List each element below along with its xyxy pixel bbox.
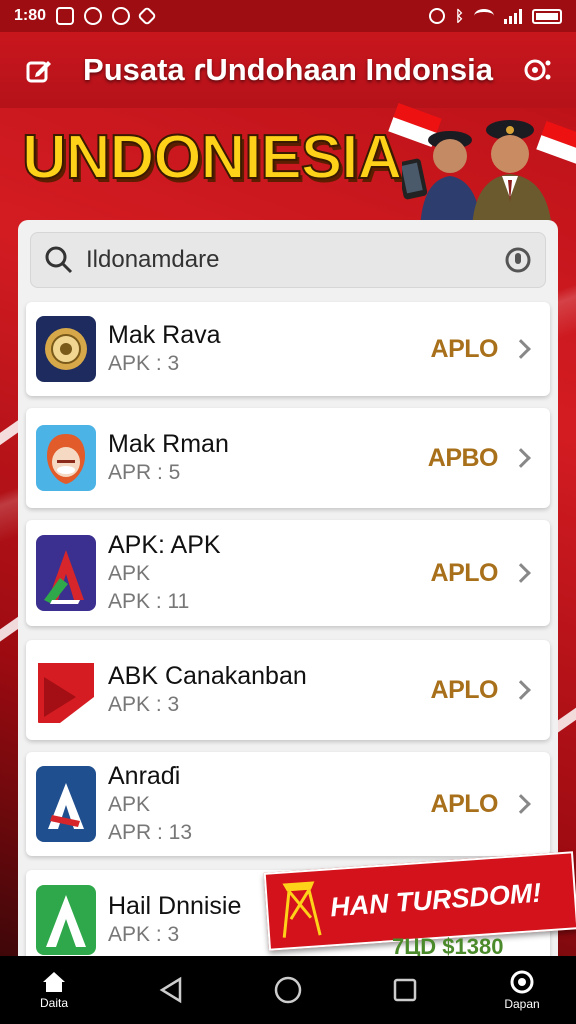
signal-icon (504, 8, 522, 24)
nav-back[interactable] (141, 976, 201, 1004)
promo-label: HAN TURSDOM! (329, 877, 543, 922)
status-time: 1:80 (14, 7, 47, 24)
download-button[interactable]: APBO (428, 444, 499, 473)
download-button[interactable]: APLO (431, 676, 499, 705)
nav-home[interactable]: Daita (24, 970, 84, 1010)
hero-banner: UNDONIESIA (0, 103, 576, 230)
app-meta: APR : 13 (108, 821, 193, 844)
chevron-right-icon[interactable] (511, 680, 531, 700)
app-name: ABK Canakanban (108, 662, 307, 690)
list-item[interactable]: Anraɗi APK APR : 13 APLO (26, 752, 550, 856)
list-item[interactable]: APK: APK APK APK : 11 APLO (26, 520, 550, 626)
message-icon (112, 7, 131, 25)
face-icon (36, 425, 96, 491)
home-icon (43, 972, 65, 992)
emblem-icon (36, 316, 96, 382)
app-list-panel: Mak Rava APK : 3 APLO Mak Rman APR : 5 A… (18, 220, 558, 960)
nav-home-label: Daita (39, 996, 68, 1010)
app-meta: APK : 11 (108, 590, 190, 613)
app-meta: APK : 3 (108, 352, 180, 375)
banner-headline: UNDONIESIA (21, 122, 403, 193)
app-meta: APK : 3 (108, 693, 180, 716)
download-button[interactable]: APLO (431, 335, 499, 364)
chevron-right-icon[interactable] (511, 563, 531, 583)
profile-icon (510, 970, 534, 994)
officers-illustration (402, 120, 552, 230)
green-a-icon (36, 885, 96, 955)
list-item[interactable]: Mak Rman APR : 5 APBO (26, 408, 550, 508)
app-name: Anraɗi (108, 762, 181, 790)
nav-profile-label: Dapan (504, 997, 540, 1011)
page-title: Pusata ɾUndohaan Indonsia (83, 52, 493, 87)
recents-icon (393, 978, 417, 1002)
blue-a-icon (36, 766, 96, 842)
chevron-right-icon[interactable] (511, 448, 531, 468)
settings-search-icon[interactable] (520, 53, 554, 87)
navigation-bar: Daita Dapan (0, 956, 576, 1024)
download-button[interactable]: APLO (431, 790, 499, 819)
search-bar[interactable] (30, 232, 546, 288)
app-bar: Pusata ɾUndohaan Indonsia (0, 32, 576, 108)
app-name: Mak Rava (108, 321, 221, 349)
screenshot-icon (56, 7, 75, 25)
wifi-icon (474, 9, 494, 23)
list-item[interactable]: Mak Rava APK : 3 APLO (26, 302, 550, 396)
nav-recents[interactable] (375, 977, 435, 1003)
app-name: APK: APK (108, 531, 221, 559)
tower-icon (282, 881, 322, 938)
search-icon (45, 246, 73, 274)
app-name: Mak Rman (108, 430, 229, 458)
app-notification-icon (84, 7, 103, 25)
mic-icon[interactable] (504, 246, 532, 274)
a-logo-icon (36, 535, 96, 611)
status-bar: 1:80 ᛒ (0, 0, 576, 32)
list-item[interactable]: ABK Canakanban APK : 3 APLO (26, 640, 550, 740)
nav-home-button[interactable] (258, 975, 318, 1005)
app-meta: APK (108, 793, 151, 816)
back-icon (159, 976, 182, 1004)
tag-icon (137, 6, 157, 26)
circle-home-icon (274, 976, 302, 1004)
bluetooth-icon: ᛒ (454, 7, 464, 25)
edit-icon[interactable] (22, 53, 56, 87)
nav-profile[interactable]: Dapan (492, 969, 552, 1011)
battery-icon (532, 8, 562, 24)
chevron-right-icon[interactable] (511, 339, 531, 359)
app-meta: APR : 5 (108, 461, 181, 484)
download-button[interactable]: APLO (431, 559, 499, 588)
alarm-icon (428, 8, 445, 24)
search-input[interactable] (86, 246, 492, 274)
chevron-right-icon[interactable] (511, 794, 531, 814)
app-meta: APK (108, 562, 151, 585)
red-arrow-icon (36, 655, 96, 725)
